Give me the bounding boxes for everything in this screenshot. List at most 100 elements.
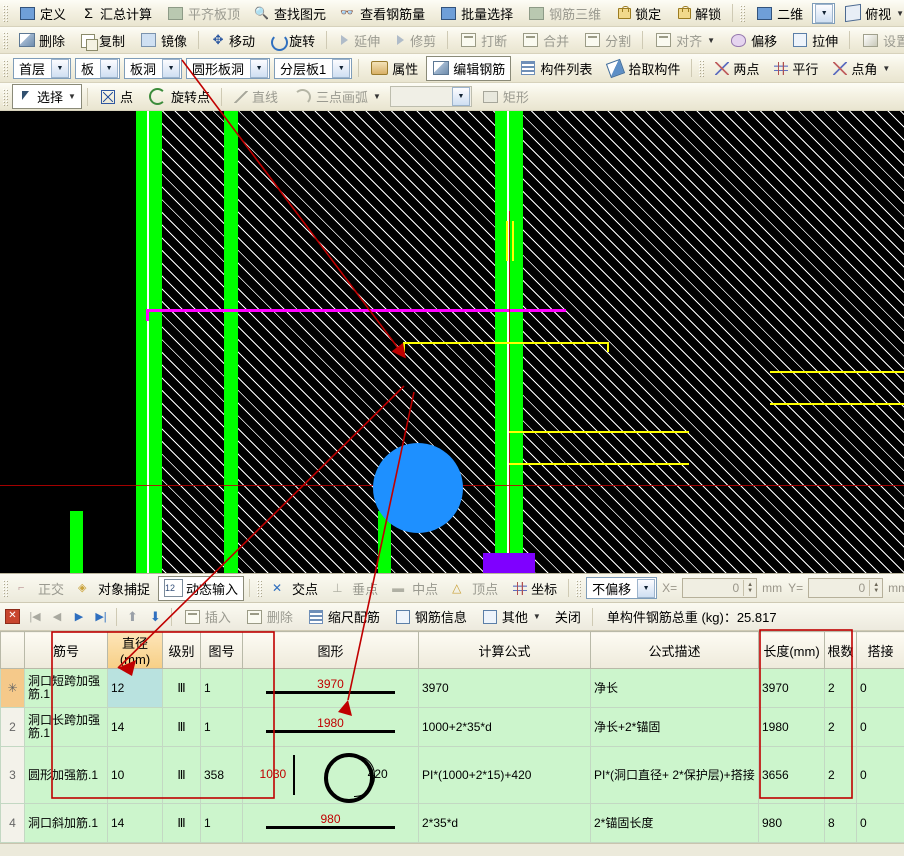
snap-vertex[interactable]: △ 顶点 [446,576,504,601]
toolbar-button-extend[interactable]: 延伸 [332,28,386,53]
toolbar-button-summary-calc[interactable]: Σ 汇总计算 [74,1,158,26]
snap-perpendicular[interactable]: ⊥ 垂点 [326,576,384,601]
cell-diameter[interactable]: 14 [108,804,163,843]
col-rownum[interactable] [1,632,25,669]
spinner-arrows-icon[interactable]: ▲▼ [869,580,882,596]
col-diameter[interactable]: 直径(mm) [108,632,163,669]
cell-formula-desc[interactable]: 净长+2*锚固 [591,708,759,747]
cell-rebar-name[interactable]: 洞口斜加筋.1 [25,804,108,843]
view-toolbar-grip[interactable] [739,4,745,22]
toolbar-button-unlock[interactable]: 解锁 [669,1,727,26]
toolbar-button-three-point-aux-axis[interactable]: 三点辅轴 ▼ [898,56,904,81]
first-record-icon[interactable]: |◀ [27,609,43,625]
col-grade[interactable]: 级别 [163,632,201,669]
cell-shape[interactable]: 1980 [243,708,419,747]
toolbar-button-point-angle-axis[interactable]: 点角 ▼ [826,56,896,81]
selector-toolbar-grip[interactable] [2,59,8,77]
toolbar-button-find-element[interactable]: 🔍 查找图元 [248,1,332,26]
toolbar-button-parallel-axis[interactable]: 平行 [767,56,824,81]
spinner-arrows-icon[interactable]: ▲▼ [743,580,756,596]
toolbar-button-mirror[interactable]: 镜像 [133,28,193,53]
toolbar-button-merge[interactable]: 合并 [515,28,575,53]
cell-shape[interactable]: 980 [243,804,419,843]
toolbar-button-line[interactable]: 直线 [227,84,284,109]
snap-toggle-object-snap[interactable]: ◈ 对象捕捉 [72,576,156,601]
cell-lap[interactable]: 0 [857,747,904,804]
y-offset-stepper[interactable]: 0 ▲▼ [808,578,883,598]
snaptypes-grip[interactable] [256,579,262,597]
sub-type-select[interactable]: 板洞 ▼ [124,58,182,79]
cell-length[interactable]: 980 [759,804,825,843]
toolbar-button-copy[interactable]: 复制 [73,28,131,53]
cell-rebar-name[interactable]: 洞口长跨加强筋.1 [25,708,108,747]
arc-mode-select[interactable]: ▼ [390,86,472,107]
cell-formula[interactable]: 1000+2*35*d [419,708,591,747]
snap-intersection[interactable]: ✕ 交点 [266,576,324,601]
cell-formula-desc[interactable]: 2*锚固长度 [591,804,759,843]
table-row[interactable]: 3 圆形加强筋.1 10 Ⅲ 358 1030 420 PI*(1000+2*1… [1,747,904,804]
col-formula-desc[interactable]: 公式描述 [591,632,759,669]
move-down-icon[interactable]: ⬇ [150,609,161,625]
axis-toolbar-grip[interactable] [698,59,704,77]
chevron-down-icon[interactable]: ▼ [533,612,541,621]
cell-formula[interactable]: 2*35*d [419,804,591,843]
cell-count[interactable]: 8 [825,804,857,843]
table-row[interactable]: 4 洞口斜加筋.1 14 Ⅲ 1 980 2*35*d 2*锚固长度 980 8… [1,804,904,843]
row-indicator[interactable]: 2 [1,708,25,747]
row-indicator[interactable]: 4 [1,804,25,843]
toolbar-grip[interactable] [2,4,8,22]
table-row[interactable]: ✳ 洞口短跨加强筋.1 12 Ⅲ 1 3970 3970 净长 3970 2 0 [1,669,904,708]
toolbar-button-select[interactable]: 选择 ▼ [12,84,82,109]
col-shape-no[interactable]: 图号 [201,632,243,669]
cell-length[interactable]: 3656 [759,747,825,804]
col-rebar-name[interactable]: 筋号 [25,632,108,669]
member-select[interactable]: 分层板1 ▼ [274,58,352,79]
cell-formula[interactable]: 3970 [419,669,591,708]
snap-toggle-ortho[interactable]: ⌐ 正交 [12,576,70,601]
rebar-table-container[interactable]: 筋号 直径(mm) 级别 图号 图形 计算公式 公式描述 长度(mm) 根数 搭… [0,631,904,856]
cell-count[interactable]: 2 [825,708,857,747]
toolbar-button-three-point-arc[interactable]: 三点画弧 ▼ [286,84,387,109]
toolbar-button-delete[interactable]: 删除 [12,28,71,53]
rebar-button-close[interactable]: 关闭 [549,604,587,629]
cell-length[interactable]: 1980 [759,708,825,747]
cell-rebar-name[interactable]: 圆形加强筋.1 [25,747,108,804]
cell-formula-desc[interactable]: 净长 [591,669,759,708]
cell-shape-no[interactable]: 1 [201,708,243,747]
x-offset-stepper[interactable]: 0 ▲▼ [682,578,757,598]
offset-mode-select[interactable]: 不偏移 ▼ [586,577,657,599]
toolbar-button-view-2d[interactable]: 二维 [749,1,809,26]
col-formula[interactable]: 计算公式 [419,632,591,669]
toolbar-button-component-list[interactable]: 构件列表 [513,56,598,81]
cell-lap[interactable]: 0 [857,708,904,747]
snapbar-grip[interactable] [2,579,8,597]
toolbar-button-rectangle[interactable]: 矩形 [475,84,535,109]
floor-select[interactable]: 首层 ▼ [13,58,71,79]
row-indicator[interactable]: 3 [1,747,25,804]
circular-slab-opening[interactable] [373,443,463,533]
rebar-button-rebar-info[interactable]: 钢筋信息 [388,604,473,629]
next-record-icon[interactable]: ▶ [71,609,87,625]
snap-midpoint[interactable]: ▬ 中点 [386,576,444,601]
table-row[interactable]: 2 洞口长跨加强筋.1 14 Ⅲ 1 1980 1000+2*35*d 净长+2… [1,708,904,747]
snap-coordinate[interactable]: 坐标 [506,576,563,601]
prev-record-icon[interactable]: ◀ [49,609,65,625]
close-icon[interactable]: ✕ [5,609,20,624]
cell-rebar-name[interactable]: 洞口短跨加强筋.1 [25,669,108,708]
toolbar-button-move[interactable]: ✥ 移动 [204,28,261,53]
col-lap[interactable]: 搭接 [857,632,904,669]
cell-grade[interactable]: Ⅲ [163,804,201,843]
cell-grade[interactable]: Ⅲ [163,747,201,804]
col-count[interactable]: 根数 [825,632,857,669]
cell-lap[interactable]: 0 [857,669,904,708]
edit-toolbar-grip[interactable] [2,31,8,49]
cell-formula-desc[interactable]: PI*(洞口直径+ 2*保护层)+搭接 [591,747,759,804]
toolbar-button-define[interactable]: 定义 [12,1,72,26]
rebar-button-insert[interactable]: 插入 [177,604,237,629]
toolbar-button-rotate-point[interactable]: 旋转点 [141,84,216,109]
cell-lap[interactable]: 0 [857,804,904,843]
toolbar-button-point[interactable]: 点 [93,84,139,109]
cell-shape[interactable]: 1030 420 [243,747,419,804]
toolbar-button-break[interactable]: 打断 [453,28,513,53]
toolbar-button-batch-select[interactable]: 批量选择 [433,1,519,26]
